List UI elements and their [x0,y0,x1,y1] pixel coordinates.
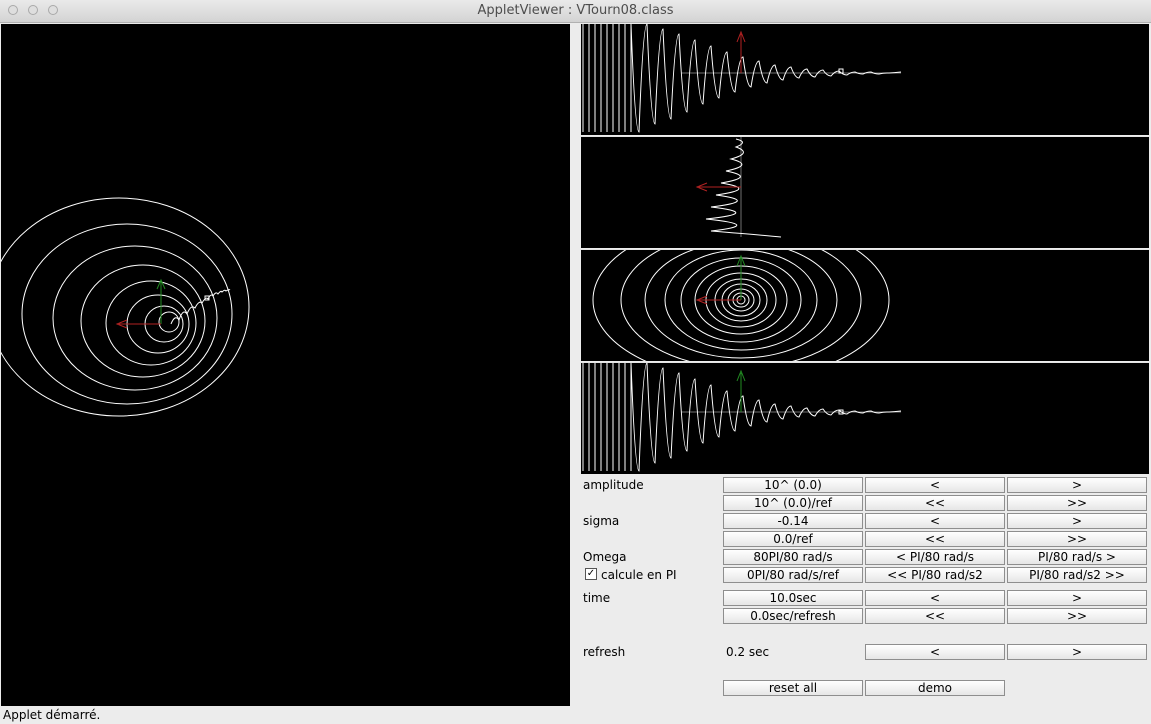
plot-panel-4 [581,363,1149,474]
amplitude-ref-decrease-button[interactable]: << [865,495,1005,511]
sigma-label: sigma [583,514,620,528]
plot-panel-1 [581,24,1149,135]
omega-decrease-button[interactable]: < PI/80 rad/s [865,549,1005,565]
reset-all-button[interactable]: reset all [723,680,863,696]
window-title: AppletViewer : VTourn08.class [477,3,674,18]
refresh-decrease-button[interactable]: < [865,644,1005,660]
refresh-increase-button[interactable]: > [1007,644,1147,660]
plot-panel-2 [581,137,1149,248]
time-ref-increase-button[interactable]: >> [1007,608,1147,624]
status-bar-text: Applet démarré. [3,708,101,722]
sigma-decrease-button[interactable]: < [865,513,1005,529]
main-simulation-canvas[interactable] [1,24,570,706]
time-value-button[interactable]: 10.0sec [723,590,863,606]
calcule-en-pi-checkbox[interactable]: ✓ [585,568,597,580]
amplitude-ref-increase-button[interactable]: >> [1007,495,1147,511]
amplitude-ref-button[interactable]: 10^ (0.0)/ref [723,495,863,511]
time-decrease-button[interactable]: < [865,590,1005,606]
time-increase-button[interactable]: > [1007,590,1147,606]
omega-ref-decrease-button[interactable]: << PI/80 rad/s2 [865,567,1005,583]
refresh-value: 0.2 sec [726,645,770,659]
demo-button[interactable]: demo [865,680,1005,696]
calcule-en-pi-label: calcule en PI [601,568,677,582]
sigma-increase-button[interactable]: > [1007,513,1147,529]
amplitude-label: amplitude [583,478,644,492]
time-ref-button[interactable]: 0.0sec/refresh [723,608,863,624]
spiral-trajectory [1,197,250,417]
time-ref-decrease-button[interactable]: << [865,608,1005,624]
omega-increase-button[interactable]: PI/80 rad/s > [1007,549,1147,565]
amplitude-value-button[interactable]: 10^ (0.0) [723,477,863,493]
refresh-label: refresh [583,645,626,659]
omega-value-button[interactable]: 80PI/80 rad/s [723,549,863,565]
title-bar: AppletViewer : VTourn08.class [0,0,1151,23]
time-label: time [583,591,611,605]
amplitude-increase-button[interactable]: > [1007,477,1147,493]
plot-panel-3 [581,250,1149,361]
sigma-ref-decrease-button[interactable]: << [865,531,1005,547]
sigma-ref-button[interactable]: 0.0/ref [723,531,863,547]
sigma-value-button[interactable]: -0.14 [723,513,863,529]
omega-ref-button[interactable]: 0PI/80 rad/s/ref [723,567,863,583]
amplitude-decrease-button[interactable]: < [865,477,1005,493]
sigma-ref-increase-button[interactable]: >> [1007,531,1147,547]
omega-label: Omega [583,550,627,564]
omega-ref-increase-button[interactable]: PI/80 rad/s2 >> [1007,567,1147,583]
